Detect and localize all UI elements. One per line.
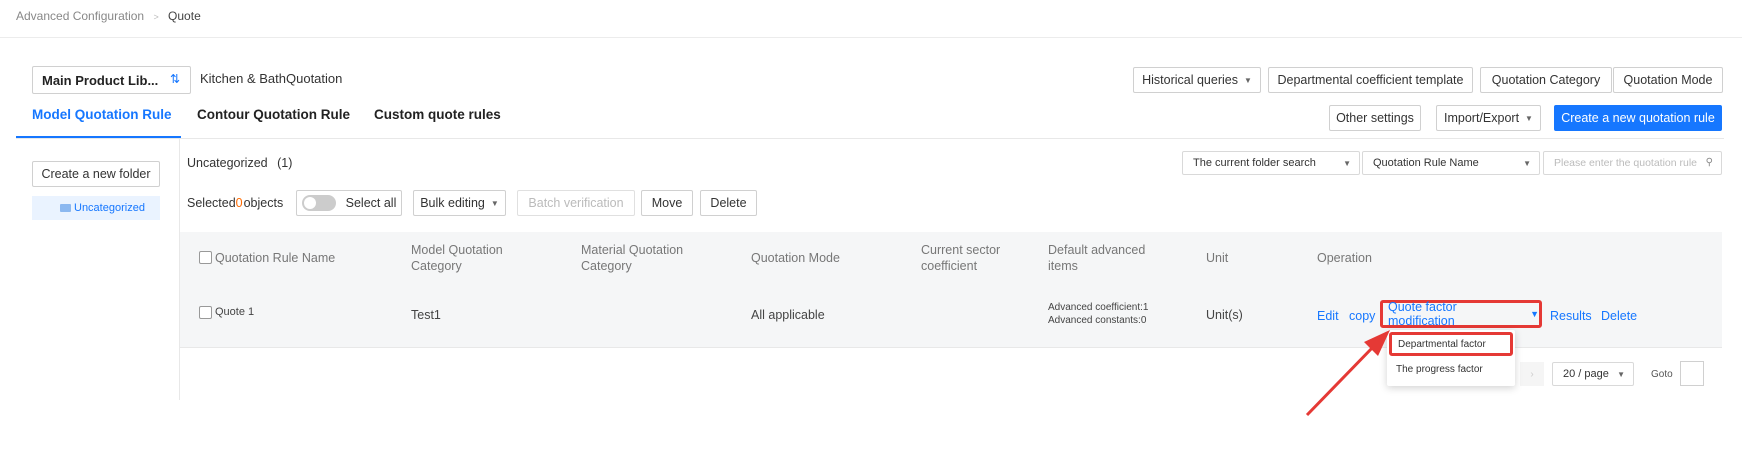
tab-model-quotation-rule[interactable]: Model Quotation Rule (32, 107, 172, 122)
batch-verification-button[interactable]: Batch verification (517, 190, 635, 216)
library-name: Main Product Lib... (42, 72, 159, 88)
breadcrumb-current: Quote (168, 9, 201, 23)
col-advanced-items: Default advanced items (1048, 243, 1146, 273)
header-divider (0, 37, 1742, 38)
cell-model-category: Test1 (411, 308, 441, 322)
other-settings-button[interactable]: Other settings (1329, 105, 1421, 131)
goto-input[interactable] (1680, 361, 1704, 386)
cell-advanced-coefficient: Advanced coefficient:1 (1048, 302, 1149, 313)
breadcrumb: Advanced Configuration > Quote (16, 9, 201, 23)
library-subtitle: Kitchen & BathQuotation (200, 71, 343, 86)
menu-item-departmental-factor[interactable]: Departmental factor (1389, 332, 1513, 356)
move-button[interactable]: Move (641, 190, 693, 216)
library-selector[interactable]: Main Product Lib... ⇅ (32, 66, 191, 94)
row-delete-link[interactable]: Delete (1601, 309, 1637, 323)
col-material-category: Material Quotation Category (581, 243, 684, 273)
historical-queries-button[interactable]: Historical queries ▼ (1133, 67, 1261, 93)
folder-name: Uncategorized (187, 156, 268, 170)
quotation-mode-button[interactable]: Quotation Mode (1613, 67, 1723, 93)
annotation-arrow (1305, 330, 1390, 417)
dept-template-button[interactable]: Departmental coefficient template (1268, 67, 1473, 93)
tab-custom-quote-rules[interactable]: Custom quote rules (374, 107, 501, 122)
tabs-divider (16, 138, 1724, 139)
selection-summary: Selected0objects (187, 196, 284, 210)
col-sector-coefficient: Current sector coefficient (921, 243, 1001, 273)
folder-count: (1) (277, 156, 293, 170)
bulk-editing-button[interactable]: Bulk editing ▼ (413, 190, 506, 216)
caret-down-icon: ▼ (1525, 113, 1533, 123)
caret-down-icon: ▼ (1523, 159, 1531, 168)
menu-item-progress-factor[interactable]: The progress factor (1396, 364, 1483, 375)
selected-count: 0 (235, 196, 243, 210)
sidebar-item-label: Uncategorized (74, 202, 145, 214)
cell-rule-name: Quote 1 (215, 306, 255, 318)
folder-title: Uncategorized (1) (187, 156, 292, 170)
cell-advanced-constants: Advanced constants:0 (1048, 315, 1147, 326)
quotation-category-button[interactable]: Quotation Category (1480, 67, 1612, 93)
next-page-button[interactable]: › (1520, 362, 1544, 386)
create-quotation-rule-button[interactable]: Create a new quotation rule (1554, 105, 1722, 131)
caret-down-icon: ▼ (1243, 75, 1252, 85)
page-size-select[interactable]: 20 / page ▼ (1552, 362, 1634, 386)
quote-factor-dropdown[interactable]: Quote factor modification ▼ (1380, 300, 1542, 328)
create-folder-button[interactable]: Create a new folder (32, 161, 160, 187)
results-link[interactable]: Results (1550, 309, 1592, 323)
col-model-category: Model Quotation Category (411, 243, 503, 273)
toggle-switch[interactable] (301, 195, 336, 211)
caret-down-icon: ▼ (1617, 370, 1625, 379)
folder-icon (60, 204, 71, 212)
col-operation: Operation (1317, 251, 1372, 265)
cell-quotation-mode: All applicable (751, 308, 825, 322)
row-checkbox[interactable] (199, 306, 212, 319)
goto-label: Goto (1651, 369, 1673, 380)
search-field-select[interactable]: Quotation Rule Name ▼ (1362, 151, 1540, 175)
delete-button[interactable]: Delete (700, 190, 757, 216)
header-checkbox[interactable] (199, 251, 212, 264)
select-all-toggle[interactable]: Select all (296, 190, 402, 216)
search-icon[interactable]: ⚲ (1706, 157, 1713, 168)
breadcrumb-separator: > (153, 12, 159, 22)
col-quotation-mode: Quotation Mode (751, 251, 840, 265)
switch-icon[interactable]: ⇅ (170, 72, 180, 86)
search-scope-select[interactable]: The current folder search ▼ (1182, 151, 1360, 175)
breadcrumb-parent[interactable]: Advanced Configuration (16, 9, 144, 23)
caret-down-icon: ▼ (1530, 309, 1539, 319)
quote-factor-label: Quote factor modification (1388, 300, 1457, 328)
tab-contour-quotation-rule[interactable]: Contour Quotation Rule (197, 107, 350, 122)
import-export-button[interactable]: Import/Export ▼ (1436, 105, 1541, 131)
cell-unit: Unit(s) (1206, 308, 1243, 322)
col-unit: Unit (1206, 251, 1229, 265)
caret-down-icon: ▼ (1343, 159, 1351, 168)
caret-down-icon: ▼ (490, 198, 499, 208)
sidebar-item-uncategorized[interactable]: Uncategorized (32, 196, 160, 220)
search-input[interactable]: Please enter the quotation rule ⚲ (1543, 151, 1722, 175)
col-rule-name: Quotation Rule Name (215, 251, 336, 265)
